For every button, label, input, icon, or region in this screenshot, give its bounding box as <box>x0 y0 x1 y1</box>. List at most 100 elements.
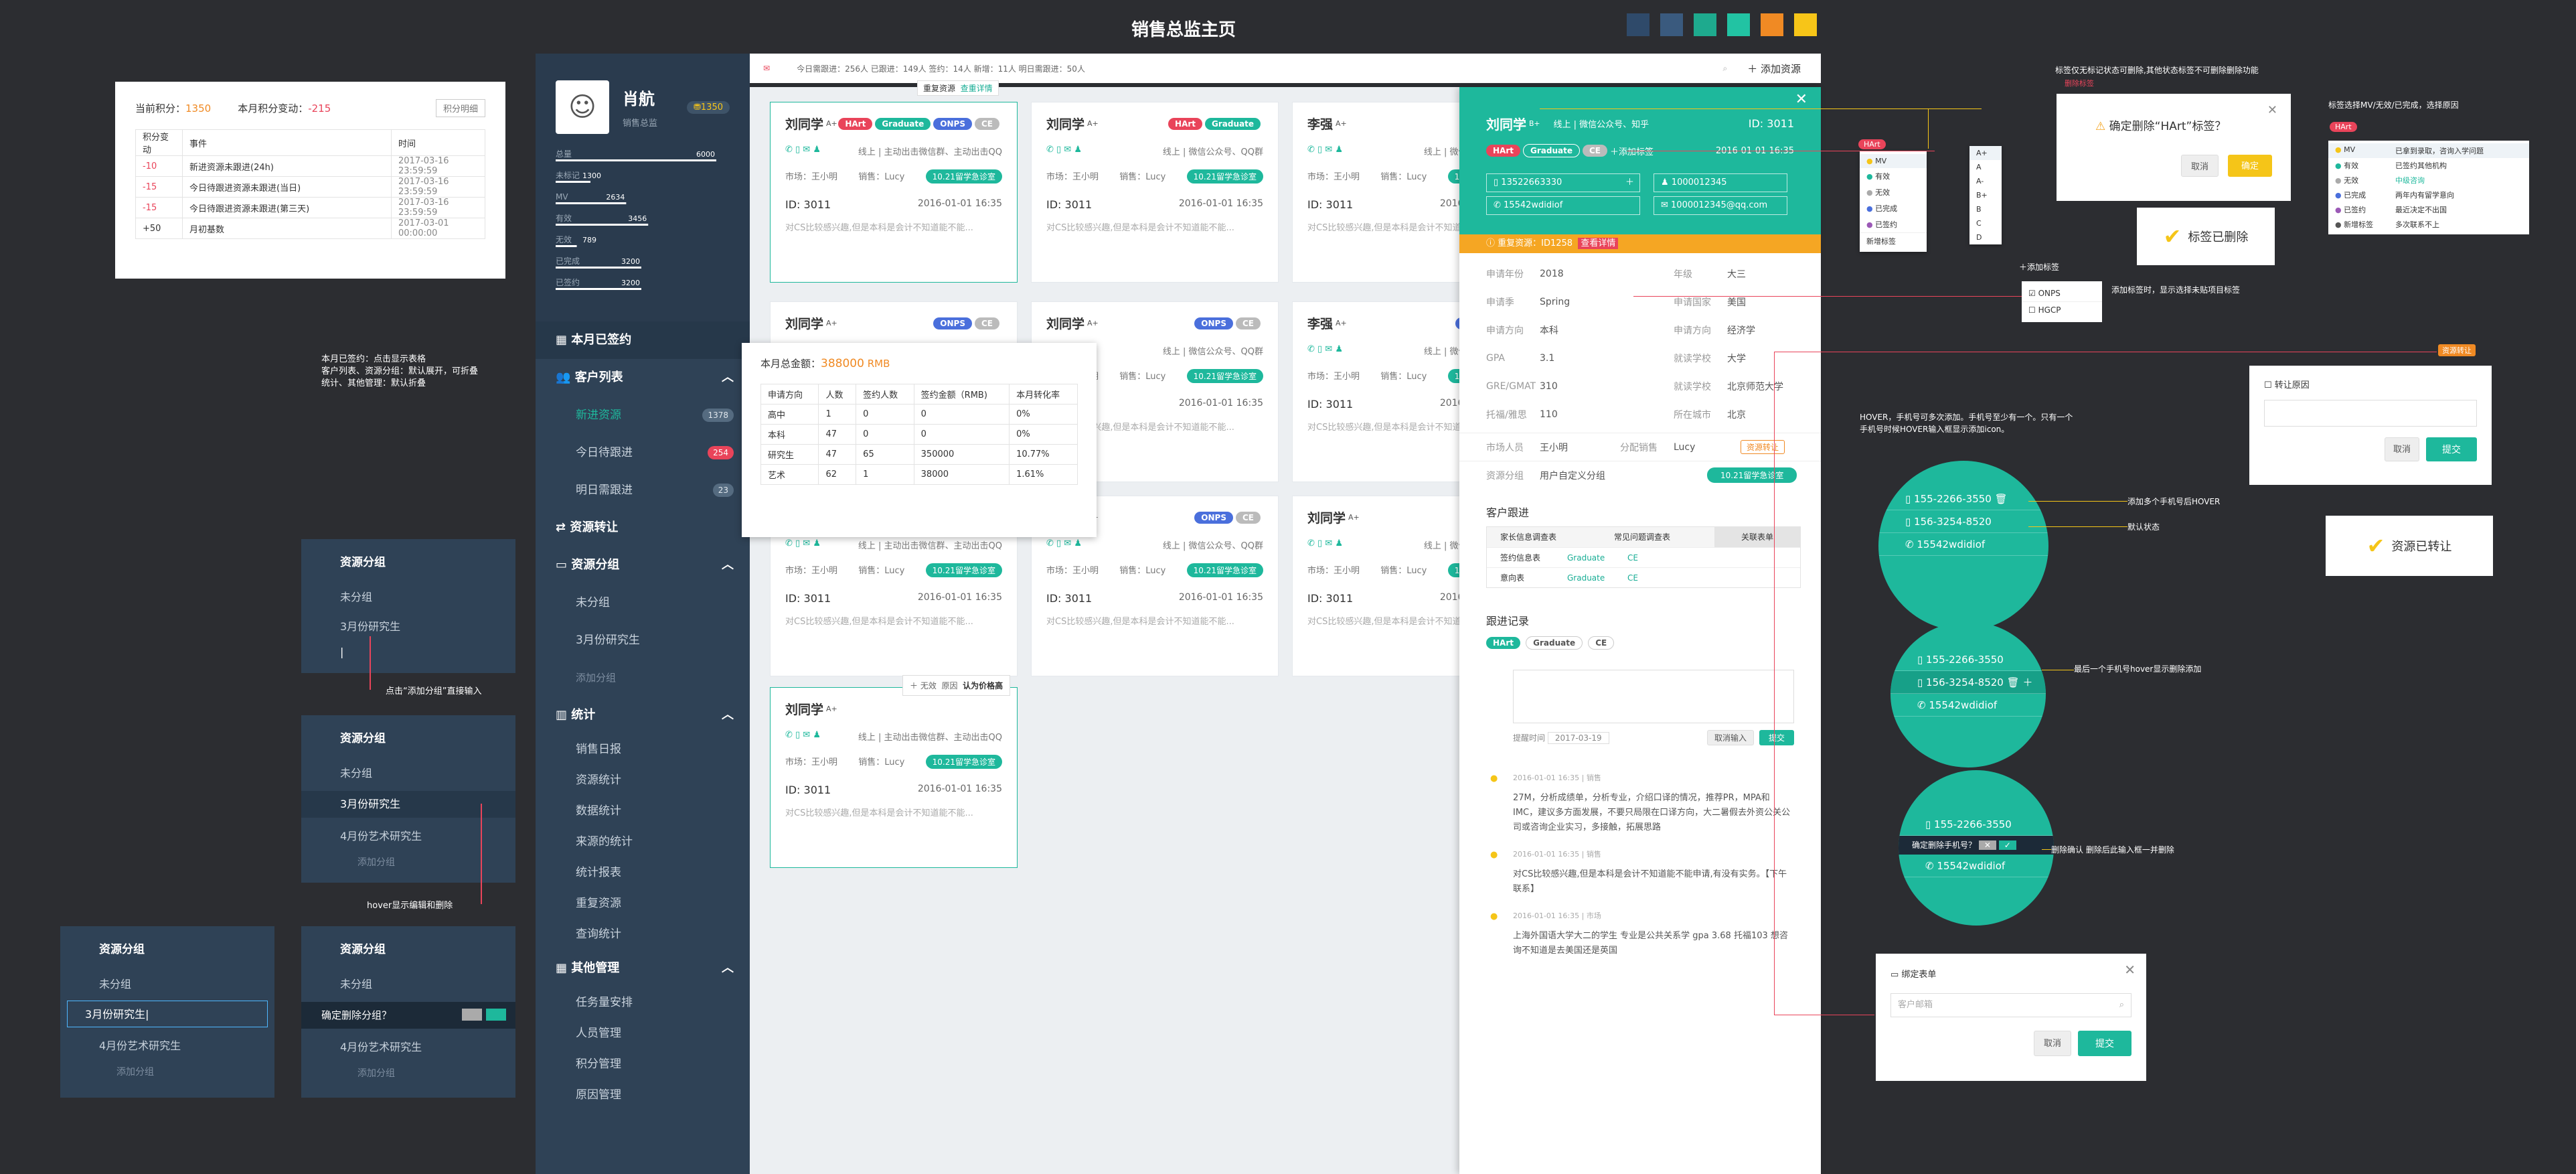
group-a-input[interactable]: | <box>340 646 515 658</box>
wechat-field[interactable]: ✆ 15542wdidiof <box>1486 196 1640 215</box>
reason-option[interactable]: ● 已完成 两年内有留学意向 <box>2328 188 2529 202</box>
detail-field-value[interactable]: 本科 <box>1540 323 1674 337</box>
sidebar-stat-item[interactable]: 统计报表 <box>536 857 750 888</box>
circle1-phone1[interactable]: ▯ 155-2266-3550 🗑 <box>1878 488 2048 510</box>
sidebar-stat-item[interactable]: 来源的统计 <box>536 826 750 857</box>
close-icon[interactable]: ✕ <box>1795 91 1807 108</box>
grade-a-plus[interactable]: A+ <box>1969 146 2002 160</box>
grade-a-minus[interactable]: A- <box>1969 174 2002 188</box>
sidebar-stat-item[interactable]: 销售日报 <box>536 734 750 765</box>
detail-field-value[interactable]: 经济学 <box>1727 323 1755 337</box>
circle1-wechat[interactable]: ✆ 15542wdidiof <box>1878 533 2048 556</box>
sidebar-other-item[interactable]: 任务量安排 <box>536 987 750 1018</box>
detail-field-value[interactable]: Spring <box>1540 297 1674 307</box>
email-field[interactable]: ✉ 1000012345@qq.com <box>1654 196 1787 215</box>
group-b-item-1[interactable]: 未分组 <box>301 745 515 780</box>
bind-email-input[interactable]: 客户邮箱 ⌕ <box>1890 993 2131 1017</box>
grade-a[interactable]: A <box>1969 160 2002 174</box>
sidebar-item-today[interactable]: 今日待跟进 254 <box>536 434 750 471</box>
label-valid[interactable]: ● 有效 <box>1860 168 1927 184</box>
phone-field[interactable]: ▯ 13522663330 ＋ <box>1486 173 1640 192</box>
group-b-item-3[interactable]: 4月份艺术研究生 <box>301 818 515 843</box>
tab-faq-form[interactable]: 常见问题调查表 <box>1601 527 1714 547</box>
points-detail-button[interactable]: 积分明细 <box>435 99 485 117</box>
detail-field-value[interactable]: 大三 <box>1727 267 1746 281</box>
label-invalid[interactable]: ● 无效 <box>1860 184 1927 200</box>
detail-tag-hart[interactable]: HArt <box>1486 145 1520 157</box>
log-tag-hart[interactable]: HArt <box>1486 637 1520 649</box>
reason-option[interactable]: ● 已签约 最近决定不出国 <box>2328 202 2529 217</box>
sidebar-stats[interactable]: ▥ 统计 ︿ <box>536 696 750 734</box>
grade-b-plus[interactable]: B+ <box>1969 188 2002 202</box>
log-cancel-button[interactable]: 取消输入 <box>1706 730 1754 745</box>
circle3-phone1[interactable]: ▯ 155-2266-3550 <box>1899 813 2054 836</box>
sidebar-stat-item[interactable]: 查询统计 <box>536 919 750 950</box>
reason-option[interactable]: ● MV 已拿到录取，咨询入学问题 <box>2328 143 2529 158</box>
sidebar-signed[interactable]: ▦ 本月已签约 <box>536 321 750 359</box>
detail-grade[interactable]: B+ <box>1529 119 1540 128</box>
label-new[interactable]: 新增标签 <box>1860 232 1927 249</box>
detail-field-value[interactable]: 大学 <box>1727 352 1746 365</box>
reason-option[interactable]: ● 有效 已签约其他机构 <box>2328 158 2529 173</box>
confirm-tag-ok[interactable]: 确定 <box>2228 155 2273 177</box>
sidebar-group-add[interactable]: 添加分组 <box>536 659 750 696</box>
detail-field-value[interactable]: 北京师范大学 <box>1727 380 1783 393</box>
group-c-edit-input[interactable]: 3月份研究生| <box>67 1001 268 1027</box>
log-date-field[interactable]: 2017-03-19 <box>1547 731 1609 744</box>
sidebar-group-2[interactable]: 3月份研究生 <box>536 621 750 659</box>
trash-icon[interactable]: 🗑 <box>2007 676 2020 688</box>
detail-field-value[interactable]: 北京 <box>1727 408 1746 421</box>
log-submit-button[interactable]: 提交 <box>1759 730 1794 745</box>
plus-icon[interactable]: ＋ <box>1625 174 1634 192</box>
group-d-cancel[interactable] <box>462 1009 482 1021</box>
tab-linked-form[interactable]: 关联表单 <box>1714 527 1800 547</box>
sidebar-groups[interactable]: ▭ 资源分组 ︿ <box>536 546 750 584</box>
group-b-item-2-row[interactable]: 3月份研究生 <box>301 791 515 818</box>
confirm-cancel[interactable]: ✕ <box>1978 840 1996 850</box>
sidebar-stat-item[interactable]: 资源统计 <box>536 765 750 796</box>
group-d-ok[interactable] <box>486 1009 506 1021</box>
tab-parent-form[interactable]: 家长信息调查表 <box>1487 527 1601 547</box>
log-textarea[interactable] <box>1513 670 1794 723</box>
group-b-add[interactable]: 添加分组 <box>301 843 515 869</box>
detail-field-value[interactable]: 3.1 <box>1540 353 1674 364</box>
hart-tag-mini[interactable]: HArt <box>1858 139 1886 149</box>
sidebar-other-item[interactable]: 原因管理 <box>536 1080 750 1110</box>
search-icon[interactable]: ⌕ <box>1722 64 1727 74</box>
sidebar-other[interactable]: ▦ 其他管理 ︿ <box>536 950 750 987</box>
circle3-wechat[interactable]: ✆ 15542wdidiof <box>1899 855 2054 877</box>
bind-submit[interactable]: 提交 <box>2078 1031 2131 1056</box>
trash-icon[interactable]: 🗑 <box>1995 493 2008 505</box>
group-a-item-2[interactable]: 3月份研究生 <box>301 604 515 634</box>
label-signed[interactable]: ● 已签约 <box>1860 216 1927 232</box>
sidebar-customer-list[interactable]: 👥 客户列表 ︿ <box>536 359 750 396</box>
plus-icon[interactable]: ＋ <box>2022 676 2032 688</box>
sidebar-item-new[interactable]: 新进资源 1378 <box>536 396 750 434</box>
qq-field[interactable]: ♟ 1000012345 <box>1654 173 1787 192</box>
sidebar-group-1[interactable]: 未分组 <box>536 584 750 621</box>
tab-dup[interactable]: 重复资源 <box>923 84 955 93</box>
group-d-add[interactable]: 添加分组 <box>301 1054 515 1080</box>
detail-field-value[interactable]: 110 <box>1540 409 1674 420</box>
group-d-item-1[interactable]: 未分组 <box>301 956 515 991</box>
close-icon[interactable]: ✕ <box>2124 962 2136 978</box>
transfer-cancel[interactable]: 取消 <box>2384 437 2419 461</box>
label-mv[interactable]: ● MV <box>1860 154 1927 168</box>
reason-hart-tag[interactable]: HArt <box>2330 122 2357 132</box>
label-done[interactable]: ● 已完成 <box>1860 200 1927 216</box>
reason-option[interactable]: ● 新增标签 多次联系不上 <box>2328 217 2529 232</box>
sidebar-other-item[interactable]: 积分管理 <box>536 1049 750 1080</box>
circle1-phone2[interactable]: ▯ 156-3254-8520 <box>1878 510 2048 533</box>
view-detail-link[interactable]: 查看详情 <box>1578 238 1619 249</box>
customer-card[interactable]: 刘同学 A+ HArt Graduate ✆ ▯ ✉ ♟ 线上 | 微信公众号、QQ群… <box>1031 102 1279 283</box>
grade-d[interactable]: D <box>1969 230 2002 244</box>
sidebar-stat-item[interactable]: 数据统计 <box>536 796 750 826</box>
sidebar-other-item[interactable]: 人员管理 <box>536 1018 750 1049</box>
reason-option[interactable]: ● 无效 中级咨询 <box>2328 173 2529 188</box>
sidebar-stat-item[interactable]: 重复资源 <box>536 888 750 919</box>
detail-field-value[interactable]: 2018 <box>1540 269 1674 279</box>
circle2-phone1[interactable]: ▯ 155-2266-3550 <box>1890 648 2046 671</box>
confirm-tag-cancel[interactable]: 取消 <box>2181 155 2219 177</box>
notification-icon[interactable]: ✉ <box>763 64 770 73</box>
assign-select[interactable]: Lucy <box>1674 442 1741 453</box>
